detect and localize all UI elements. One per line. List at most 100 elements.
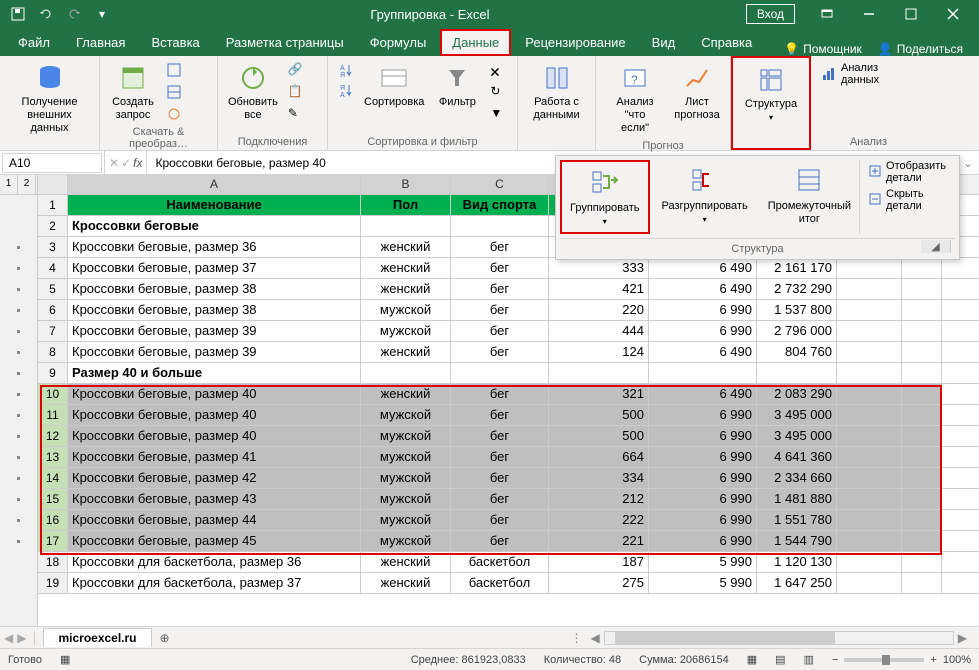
cell[interactable]: 1 481 880	[757, 489, 837, 509]
row-header[interactable]: 10	[38, 384, 68, 404]
outline-row-marker[interactable]	[0, 258, 37, 279]
cell[interactable]: женский	[361, 384, 451, 404]
cell[interactable]: Кроссовки беговые, размер 38	[68, 279, 361, 299]
cell[interactable]: бег	[451, 237, 549, 257]
cell[interactable]	[902, 510, 942, 530]
cell[interactable]	[837, 384, 902, 404]
cell[interactable]	[837, 363, 902, 383]
cell[interactable]: Кроссовки беговые, размер 40	[68, 405, 361, 425]
cell[interactable]: 664	[549, 447, 649, 467]
cell[interactable]: Кроссовки беговые, размер 36	[68, 237, 361, 257]
row-header[interactable]: 4	[38, 258, 68, 278]
tab-home[interactable]: Главная	[64, 29, 137, 56]
sort-za-button[interactable]: ЯA	[336, 80, 356, 100]
cell[interactable]	[361, 363, 451, 383]
col-header-a[interactable]: A	[68, 175, 361, 194]
cell[interactable]: 124	[549, 342, 649, 362]
outline-row-marker[interactable]	[0, 216, 37, 237]
table-row[interactable]: 15Кроссовки беговые, размер 43мужскойбег…	[38, 489, 979, 510]
cell[interactable]	[837, 531, 902, 551]
cell[interactable]	[837, 279, 902, 299]
cell[interactable]	[902, 447, 942, 467]
cell[interactable]	[902, 405, 942, 425]
row-header[interactable]: 9	[38, 363, 68, 383]
view-normal-icon[interactable]: ▦	[747, 653, 757, 666]
cell[interactable]: 5 990	[649, 552, 757, 572]
row-header[interactable]: 14	[38, 468, 68, 488]
cell[interactable]	[451, 216, 549, 236]
cell[interactable]: 222	[549, 510, 649, 530]
properties-button[interactable]: 📋	[286, 82, 306, 102]
table-row[interactable]: 12Кроссовки беговые, размер 40мужскойбег…	[38, 426, 979, 447]
cancel-formula-icon[interactable]: ✕	[109, 156, 119, 170]
advanced-button[interactable]: ▼	[488, 104, 508, 124]
sheet-tab-active[interactable]: microexcel.ru	[43, 628, 151, 647]
row-header[interactable]: 19	[38, 573, 68, 593]
cell[interactable]: Кроссовки беговые, размер 40	[68, 426, 361, 446]
cell[interactable]: 4 641 360	[757, 447, 837, 467]
outline-row-marker[interactable]	[0, 363, 37, 384]
cell[interactable]: 6 990	[649, 510, 757, 530]
cell[interactable]	[361, 216, 451, 236]
outline-row-marker[interactable]	[0, 573, 37, 594]
cell[interactable]: Кроссовки беговые, размер 42	[68, 468, 361, 488]
outline-row-marker[interactable]	[0, 321, 37, 342]
refresh-all-button[interactable]: Обновить все	[226, 60, 280, 124]
cell[interactable]: 6 990	[649, 447, 757, 467]
cell[interactable]	[837, 489, 902, 509]
cell[interactable]: 1 537 800	[757, 300, 837, 320]
name-box[interactable]	[2, 153, 102, 173]
cell[interactable]	[837, 300, 902, 320]
cell[interactable]: Кроссовки беговые, размер 38	[68, 300, 361, 320]
cell[interactable]: женский	[361, 552, 451, 572]
cell[interactable]: 212	[549, 489, 649, 509]
cell[interactable]	[837, 405, 902, 425]
table-row[interactable]: 13Кроссовки беговые, размер 41мужскойбег…	[38, 447, 979, 468]
cell[interactable]: бег	[451, 300, 549, 320]
cell[interactable]	[902, 468, 942, 488]
tab-help[interactable]: Справка	[689, 29, 764, 56]
redo-icon[interactable]	[62, 3, 86, 25]
table-row[interactable]: 10Кроссовки беговые, размер 40женскийбег…	[38, 384, 979, 405]
maximize-icon[interactable]	[891, 1, 931, 27]
table-row[interactable]: 6Кроссовки беговые, размер 38мужскойбег2…	[38, 300, 979, 321]
table-row[interactable]: 14Кроссовки беговые, размер 42мужскойбег…	[38, 468, 979, 489]
cell[interactable]	[649, 363, 757, 383]
cell[interactable]: 321	[549, 384, 649, 404]
data-analysis-button[interactable]: Анализ данных	[819, 60, 918, 88]
cell[interactable]: бег	[451, 531, 549, 551]
forecast-button[interactable]: Лист прогноза	[672, 60, 722, 124]
cell[interactable]: мужской	[361, 300, 451, 320]
tab-review[interactable]: Рецензирование	[513, 29, 637, 56]
outline-button[interactable]: Структура ▾	[741, 62, 801, 124]
cell[interactable]	[902, 384, 942, 404]
cell[interactable]	[902, 426, 942, 446]
cell[interactable]: 2 796 000	[757, 321, 837, 341]
cell[interactable]: 6 990	[649, 489, 757, 509]
cell[interactable]: бег	[451, 510, 549, 530]
cell[interactable]	[837, 258, 902, 278]
cell[interactable]	[902, 321, 942, 341]
close-icon[interactable]	[933, 1, 973, 27]
cell[interactable]: 221	[549, 531, 649, 551]
cell[interactable]: Кроссовки беговые, размер 45	[68, 531, 361, 551]
macro-record-icon[interactable]: ▦	[60, 653, 70, 666]
cell[interactable]: женский	[361, 258, 451, 278]
row-header[interactable]: 5	[38, 279, 68, 299]
outline-row-marker[interactable]	[0, 510, 37, 531]
outline-row-marker[interactable]	[0, 195, 37, 216]
cell[interactable]: женский	[361, 237, 451, 257]
edit-links-button[interactable]: ✎	[286, 104, 306, 124]
outline-level-2[interactable]: 2	[18, 175, 36, 194]
tab-insert[interactable]: Вставка	[139, 29, 211, 56]
login-button[interactable]: Вход	[746, 4, 795, 24]
create-query-button[interactable]: Создать запрос	[108, 60, 158, 124]
cell[interactable]: женский	[361, 573, 451, 593]
cell[interactable]: 1 647 250	[757, 573, 837, 593]
row-header[interactable]: 8	[38, 342, 68, 362]
expand-formula-icon[interactable]: ⌄	[957, 156, 979, 170]
row-header[interactable]: 6	[38, 300, 68, 320]
cell[interactable]: мужской	[361, 531, 451, 551]
outline-row-marker[interactable]	[0, 552, 37, 573]
table-row[interactable]: 8Кроссовки беговые, размер 39женскийбег1…	[38, 342, 979, 363]
